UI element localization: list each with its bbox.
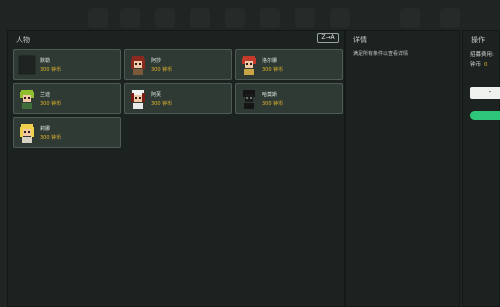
detail-panel-title: 详情 <box>353 36 367 44</box>
character-card[interactable]: 哈莫斯 300 钟币 <box>235 83 343 114</box>
character-card[interactable]: 莉娜 300 钟币 <box>13 117 121 148</box>
recruit-button[interactable] <box>470 111 500 120</box>
characters-panel-title: 人物 <box>16 36 30 44</box>
recruit-cost-label: 招募费用: <box>470 52 494 58</box>
red-hair-boy-avatar-icon <box>240 55 258 75</box>
character-card[interactable]: 默勒 300 钟币 <box>13 49 121 80</box>
character-price: 300 钟币 <box>40 135 62 141</box>
coins-label: 钟币 <box>470 62 482 68</box>
character-price: 300 钟币 <box>262 101 284 107</box>
character-price: 300 钟币 <box>40 67 62 73</box>
character-card[interactable]: 兰迪 300 钟币 <box>13 83 121 114</box>
character-card[interactable]: 洛尔娜 300 钟币 <box>235 49 343 80</box>
character-price: 300 钟币 <box>151 67 173 73</box>
operations-panel-title: 操作 <box>471 36 485 44</box>
character-name: 默勒 <box>40 58 51 64</box>
detail-hint-text: 满足所有条件以查看详情 <box>353 51 409 57</box>
character-name: 阿莎 <box>151 58 162 64</box>
detail-panel: 详情 满足所有条件以查看详情 <box>345 30 460 307</box>
sort-button[interactable]: Z→A <box>317 33 339 43</box>
characters-panel: 人物 Z→A 默勒 300 钟币 阿莎 300 钟币 洛尔娜 300 钟币 兰迪… <box>7 30 345 307</box>
character-name: 洛尔娜 <box>262 58 278 64</box>
empty-avatar-icon <box>18 55 36 75</box>
character-name: 莉娜 <box>40 126 51 132</box>
dark-hair-white-cap-avatar-icon <box>129 89 147 109</box>
shadow-figure-avatar-icon <box>240 89 258 109</box>
red-hair-girl-avatar-icon <box>129 55 147 75</box>
character-name: 兰迪 <box>40 92 51 98</box>
character-price: 300 钟币 <box>40 101 62 107</box>
operations-panel: 操作 招募费用: 钟币 0 - <box>462 30 500 307</box>
character-card[interactable]: 阿芙 300 钟币 <box>124 83 232 114</box>
blonde-girl-avatar-icon <box>18 123 36 143</box>
character-price: 300 钟币 <box>262 67 284 73</box>
coins-value: 0 <box>484 62 488 68</box>
character-price: 300 钟币 <box>151 101 173 107</box>
character-card[interactable]: 阿莎 300 钟币 <box>124 49 232 80</box>
character-name: 阿芙 <box>151 92 162 98</box>
green-hair-boy-avatar-icon <box>18 89 36 109</box>
coins-row: 钟币 0 <box>470 60 488 68</box>
operation-button[interactable]: - <box>470 87 500 99</box>
character-grid: 默勒 300 钟币 阿莎 300 钟币 洛尔娜 300 钟币 兰迪 300 钟币… <box>13 49 343 148</box>
character-name: 哈莫斯 <box>262 92 278 98</box>
